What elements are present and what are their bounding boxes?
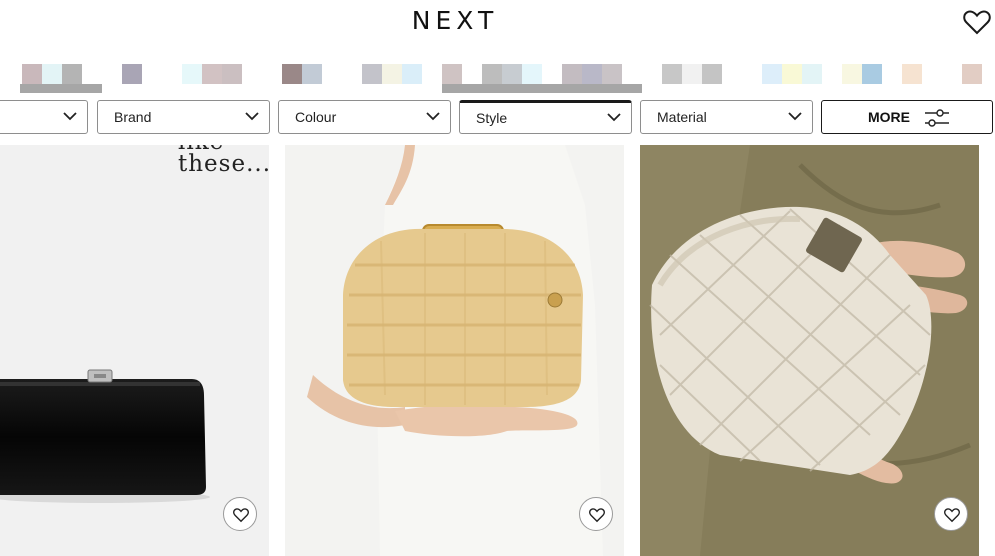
sliders-icon [925,109,949,127]
swatch-thumb[interactable] [22,64,42,84]
swatch-thumb[interactable] [682,64,702,84]
chevron-down-icon [788,112,802,121]
swatch-thumb[interactable] [402,64,422,84]
filter-label: Material [657,109,707,125]
product-image[interactable] [640,145,979,556]
swatch-thumb[interactable] [282,64,302,84]
chevron-down-icon [63,112,77,121]
swatch-thumb[interactable] [842,64,862,84]
heart-icon[interactable] [962,8,992,36]
favourite-button[interactable] [579,497,613,531]
swatch-thumb[interactable] [42,64,62,84]
filter-label: Style [476,110,508,126]
swatch-thumb[interactable] [662,64,682,84]
product-card[interactable]: like these... [0,145,269,556]
filter-dropdown[interactable] [0,100,88,134]
swatch-thumb[interactable] [202,64,222,84]
filter-style[interactable]: Style [459,100,632,134]
product-card[interactable] [285,145,624,556]
swatch-strip [0,60,995,94]
chevron-down-icon [245,112,259,121]
chevron-down-icon [607,113,621,122]
swatch-thumb[interactable] [222,64,242,84]
heart-icon [233,508,249,523]
heart-icon [944,508,960,523]
swatch-thumb[interactable] [602,64,622,84]
swatch-bar [442,84,642,93]
favourite-button[interactable] [934,497,968,531]
filter-label: Colour [295,109,337,125]
site-header: NEXT [0,0,995,42]
heart-icon [589,508,605,523]
chevron-down-icon [426,112,440,121]
product-image[interactable] [285,145,624,556]
swatch-thumb[interactable] [862,64,882,84]
filter-bar: Brand Colour Style Material MORE [0,99,995,137]
swatch-bar [20,84,102,93]
swatch-thumb[interactable] [122,64,142,84]
swatch-thumb[interactable] [802,64,822,84]
swatch-thumb[interactable] [562,64,582,84]
filter-material[interactable]: Material [640,100,813,134]
swatch-thumb[interactable] [702,64,722,84]
filter-brand[interactable]: Brand [97,100,270,134]
filter-label: Brand [114,109,152,125]
swatch-thumb[interactable] [362,64,382,84]
swatch-thumb[interactable] [522,64,542,84]
swatch-thumb[interactable] [762,64,782,84]
more-label: MORE [868,109,910,125]
swatch-thumb[interactable] [502,64,522,84]
swatch-thumb[interactable] [302,64,322,84]
product-card[interactable] [640,145,979,556]
filter-colour[interactable]: Colour [278,100,451,134]
favourite-button[interactable] [223,497,257,531]
more-filters-button[interactable]: MORE [821,100,993,134]
swatch-thumb[interactable] [582,64,602,84]
swatch-thumb[interactable] [902,64,922,84]
next-logo[interactable]: NEXT [0,6,910,35]
swatch-thumb[interactable] [962,64,982,84]
swatch-thumb[interactable] [182,64,202,84]
swatch-thumb[interactable] [782,64,802,84]
product-grid: like these... [0,145,995,556]
product-image[interactable] [0,145,269,556]
swatch-thumb[interactable] [382,64,402,84]
swatch-thumb[interactable] [482,64,502,84]
swatch-thumb[interactable] [442,64,462,84]
swatch-thumb[interactable] [62,64,82,84]
